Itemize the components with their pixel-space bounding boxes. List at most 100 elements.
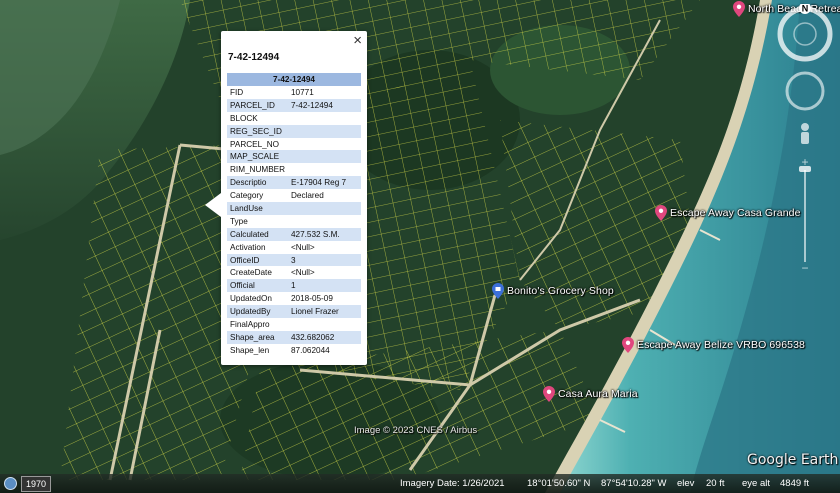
poi-label: Bonito's Grocery Shop (507, 285, 614, 297)
attribute-value (288, 318, 361, 331)
attribute-key: PARCEL_NO (230, 139, 279, 149)
attribute-value (288, 202, 361, 215)
attribute-value: 432.682062 (288, 330, 361, 344)
attribute-table-header: 7-42-12494 (227, 73, 361, 86)
historical-imagery-year[interactable]: 1970 (21, 476, 51, 492)
map-pin-icon (733, 1, 745, 17)
elevation-value: 20 ft (706, 478, 725, 489)
attribute-key: REG_SEC_ID (227, 124, 288, 138)
attribute-key: UpdatedBy (227, 305, 288, 319)
attribute-row: LandUse (227, 202, 361, 215)
google-earth-logo: Google Earth (747, 452, 839, 468)
attribute-value (288, 163, 361, 176)
longitude-readout: 87°54'10.28" W (601, 478, 667, 489)
attribute-value: E-17904 Reg 7 (288, 176, 361, 190)
attribute-key: LandUse (227, 202, 288, 215)
attribute-row: PARCEL_NO (227, 138, 361, 151)
latitude-readout: 18°01'50.60" N (527, 478, 591, 489)
attribute-key: FinalAppro (230, 319, 270, 329)
attribute-key: Descriptio (227, 176, 288, 190)
poi-escape-away-belize[interactable]: Escape Away Belize VRBO 696538 (622, 337, 805, 353)
parcel-info-balloon: × 7-42-12494 7-42-12494 FID 10771 PARCEL_I… (205, 31, 367, 365)
attribute-value (288, 112, 361, 125)
attribute-value: 10771 (291, 87, 314, 97)
attribute-key: Activation (230, 242, 266, 252)
attribute-key: MAP_SCALE (227, 150, 288, 164)
attribute-value: <Null> (291, 268, 315, 278)
poi-bonitos-grocery-shop[interactable]: Bonito's Grocery Shop (492, 283, 614, 299)
attribute-row: PARCEL_ID 7-42-12494 (227, 98, 361, 112)
attribute-value: 3 (288, 253, 361, 267)
attribute-row: Type (227, 215, 361, 228)
attribute-key: Type (230, 216, 248, 226)
attribute-value (288, 124, 361, 138)
attribute-value (288, 150, 361, 164)
attribute-key: FID (230, 87, 244, 97)
attribute-row: FID 10771 (227, 86, 361, 99)
zoom-slider-thumb (799, 166, 811, 172)
attribute-value: 1 (288, 279, 361, 293)
attribute-key: Shape_len (230, 345, 270, 355)
zoom-out-icon: − (801, 261, 808, 274)
attribute-value: 2018-05-09 (291, 294, 333, 304)
poi-label: Casa Aura Maria (558, 388, 638, 400)
attribute-key: RIM_NUMBER (230, 165, 286, 175)
attribute-row: FinalAppro (227, 318, 361, 331)
map-pin-icon (655, 205, 667, 221)
look-joystick[interactable] (785, 71, 825, 111)
satellite-map[interactable] (0, 0, 840, 493)
attribute-key: Official (227, 279, 288, 293)
attribute-row: Activation <Null> (227, 241, 361, 254)
attribute-row: UpdatedBy Lionel Frazer (227, 305, 361, 319)
map-pin-icon (543, 386, 555, 402)
attribute-value: 87.062044 (291, 345, 330, 355)
attribute-row: Shape_area 432.682062 (227, 330, 361, 344)
attribute-row: BLOCK (227, 112, 361, 125)
attribute-value: Declared (291, 191, 324, 201)
attribute-row: Official 1 (227, 279, 361, 293)
attribute-row: Category Declared (227, 189, 361, 202)
attribute-key: OfficeID (227, 253, 288, 267)
attribute-row: REG_SEC_ID (227, 124, 361, 138)
attribute-row: Calculated 427.532 S.M. (227, 227, 361, 241)
balloon-pointer (205, 193, 221, 217)
attribute-value (288, 215, 361, 228)
imagery-date: Imagery Date: 1/26/2021 (400, 478, 505, 489)
status-bar: 1970 Imagery Date: 1/26/2021 18°01'50.60… (0, 474, 840, 493)
attribute-key: Shape_area (227, 330, 288, 344)
poi-casa-aura-maria[interactable]: Casa Aura Maria (543, 386, 638, 402)
poi-label: Escape Away Belize VRBO 696538 (637, 339, 805, 351)
attribute-row: Descriptio E-17904 Reg 7 (227, 176, 361, 190)
attribute-value: <Null> (291, 242, 315, 252)
attribute-key: Calculated (227, 227, 288, 241)
attribute-key: UpdatedOn (230, 294, 272, 304)
shopping-pin-icon (492, 283, 504, 299)
zoom-slider[interactable]: + − (799, 155, 811, 274)
attribute-key: Category (230, 191, 264, 201)
attribute-row: CreateDate <Null> (227, 266, 361, 279)
pegman-icon[interactable] (801, 123, 809, 144)
attribute-row: MAP_SCALE (227, 150, 361, 164)
eye-altitude-value: 4849 ft (780, 478, 810, 489)
eye-altitude-label: eye alt (742, 478, 770, 489)
attribute-key: CreateDate (230, 268, 272, 278)
attribute-value: Lionel Frazer (288, 305, 361, 319)
north-label: N (802, 4, 809, 14)
historical-imagery-icon[interactable] (4, 477, 17, 490)
balloon-title: 7-42-12494 (228, 52, 280, 63)
attribute-key: BLOCK (230, 113, 258, 123)
attribute-key: PARCEL_ID (227, 98, 288, 112)
imagery-copyright: Image © 2023 CNES / Airbus (354, 425, 478, 436)
attribute-value: 427.532 S.M. (288, 227, 361, 241)
attribute-row: RIM_NUMBER (227, 163, 361, 176)
attribute-row: UpdatedOn 2018-05-09 (227, 292, 361, 305)
elevation-label: elev (677, 478, 695, 489)
attribute-value: 7-42-12494 (288, 98, 361, 112)
attribute-row: OfficeID 3 (227, 253, 361, 267)
close-icon[interactable]: × (353, 33, 362, 49)
map-pin-icon (622, 337, 634, 353)
navigation-controls[interactable]: N + − (775, 4, 835, 274)
attribute-row: Shape_len 87.062044 (227, 344, 361, 357)
attribute-value (288, 138, 361, 151)
attribute-table: 7-42-12494 FID 10771 PARCEL_ID 7-42-12494 BL… (227, 73, 361, 357)
